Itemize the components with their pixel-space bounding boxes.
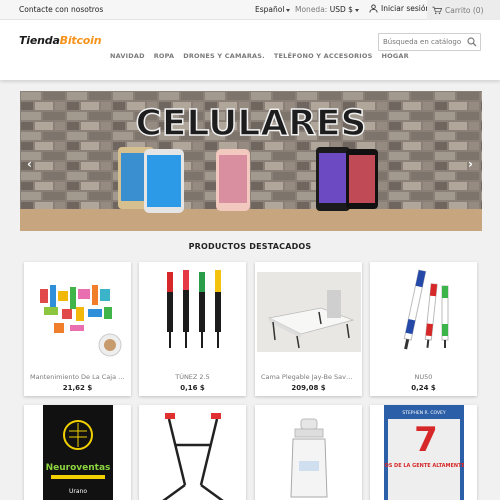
nav-item-hogar[interactable]: HOGAR [382, 52, 409, 60]
chevron-down-icon [354, 8, 359, 12]
login-link[interactable]: Iniciar sesión [369, 4, 430, 13]
product-card[interactable]: Neuroventas Urano [24, 405, 131, 500]
product-name[interactable]: Cama Plegable Jay-Be Saver... [255, 373, 362, 381]
phone-black-1 [316, 147, 350, 211]
book-title: Neuroventas [45, 463, 110, 473]
currency-selector[interactable]: Moneda: USD $ [295, 5, 359, 14]
language-label: Español [255, 5, 285, 14]
book-number: 7 [414, 420, 438, 460]
main-nav: NAVIDAD ROPA DRONES Y CAMARAS. TELÉFONO … [110, 52, 409, 60]
product-image [255, 405, 362, 500]
banner-next-icon[interactable]: › [468, 157, 473, 171]
nav-item-ropa[interactable]: ROPA [154, 52, 175, 60]
nav-item-drones[interactable]: DRONES Y CAMARAS. [183, 52, 265, 60]
featured-title: PRODUCTOS DESTACADOS [188, 242, 312, 251]
site-logo[interactable]: TiendaBitcoin [19, 34, 102, 47]
banner-title: CELULARES [136, 103, 367, 144]
product-name[interactable]: Mantenimiento De La Caja De... [24, 373, 131, 381]
product-image: Neuroventas Urano [24, 405, 131, 500]
product-image: STEPHEN R. COVEY 7 LOS HÁBITOS DE LA GEN… [370, 405, 477, 500]
logo-accent: Bitcoin [59, 34, 102, 47]
product-card[interactable]: TÚNEZ 2.5 0,16 $ [139, 262, 246, 396]
book-title: LOS HÁBITOS DE LA GENTE ALTAMENTE EFECTI… [384, 462, 464, 469]
cart-label: Carrito (0) [445, 5, 484, 15]
product-image [24, 262, 131, 362]
product-card[interactable] [255, 405, 362, 500]
language-selector[interactable]: Español [255, 5, 291, 14]
contact-link[interactable]: Contacte con nosotros [19, 5, 103, 14]
cart-button[interactable]: Carrito (0) [427, 0, 500, 20]
product-image [139, 405, 246, 500]
product-name[interactable]: TÚNEZ 2.5 [139, 373, 246, 381]
hero-banner[interactable]: CELULARES [20, 91, 482, 231]
logo-text: Tienda [19, 34, 60, 47]
product-card[interactable]: Mantenimiento De La Caja De... 21,62 $ [24, 262, 131, 396]
product-card[interactable]: NU50 0,24 $ [370, 262, 477, 396]
product-price: 21,62 $ [62, 384, 93, 392]
product-image [255, 262, 362, 362]
search-icon[interactable] [467, 37, 477, 47]
book-publisher: Urano [68, 488, 86, 495]
product-card[interactable]: Cama Plegable Jay-Be Saver... 209,08 $ [255, 262, 362, 396]
chevron-down-icon [286, 8, 291, 12]
search-box [378, 33, 481, 51]
product-name[interactable]: NU50 [370, 373, 477, 381]
book-author: STEPHEN R. COVEY [402, 410, 446, 416]
product-card[interactable] [139, 405, 246, 500]
search-input[interactable] [379, 34, 465, 50]
currency-value: USD $ [329, 5, 353, 14]
banner-prev-icon[interactable]: ‹ [27, 157, 32, 171]
product-image [139, 262, 246, 362]
product-image [370, 262, 477, 362]
nav-item-navidad[interactable]: NAVIDAD [110, 52, 145, 60]
user-icon [369, 4, 378, 13]
phone-rose [216, 149, 250, 211]
cart-icon [432, 6, 442, 14]
product-price: 0,24 $ [411, 384, 436, 392]
product-price: 0,16 $ [180, 384, 205, 392]
currency-label: Moneda: [295, 5, 328, 14]
banner-image: CELULARES [20, 91, 482, 231]
top-bar: Contacte con nosotros Español Moneda: US… [0, 0, 500, 20]
login-label: Iniciar sesión [381, 4, 431, 13]
product-card[interactable]: STEPHEN R. COVEY 7 LOS HÁBITOS DE LA GEN… [370, 405, 477, 500]
phone-silver [144, 149, 184, 213]
product-price: 209,08 $ [291, 384, 326, 392]
phone-black-2 [346, 149, 378, 209]
nav-item-telefono[interactable]: TELÉFONO Y ACCESORIOS [274, 52, 373, 60]
